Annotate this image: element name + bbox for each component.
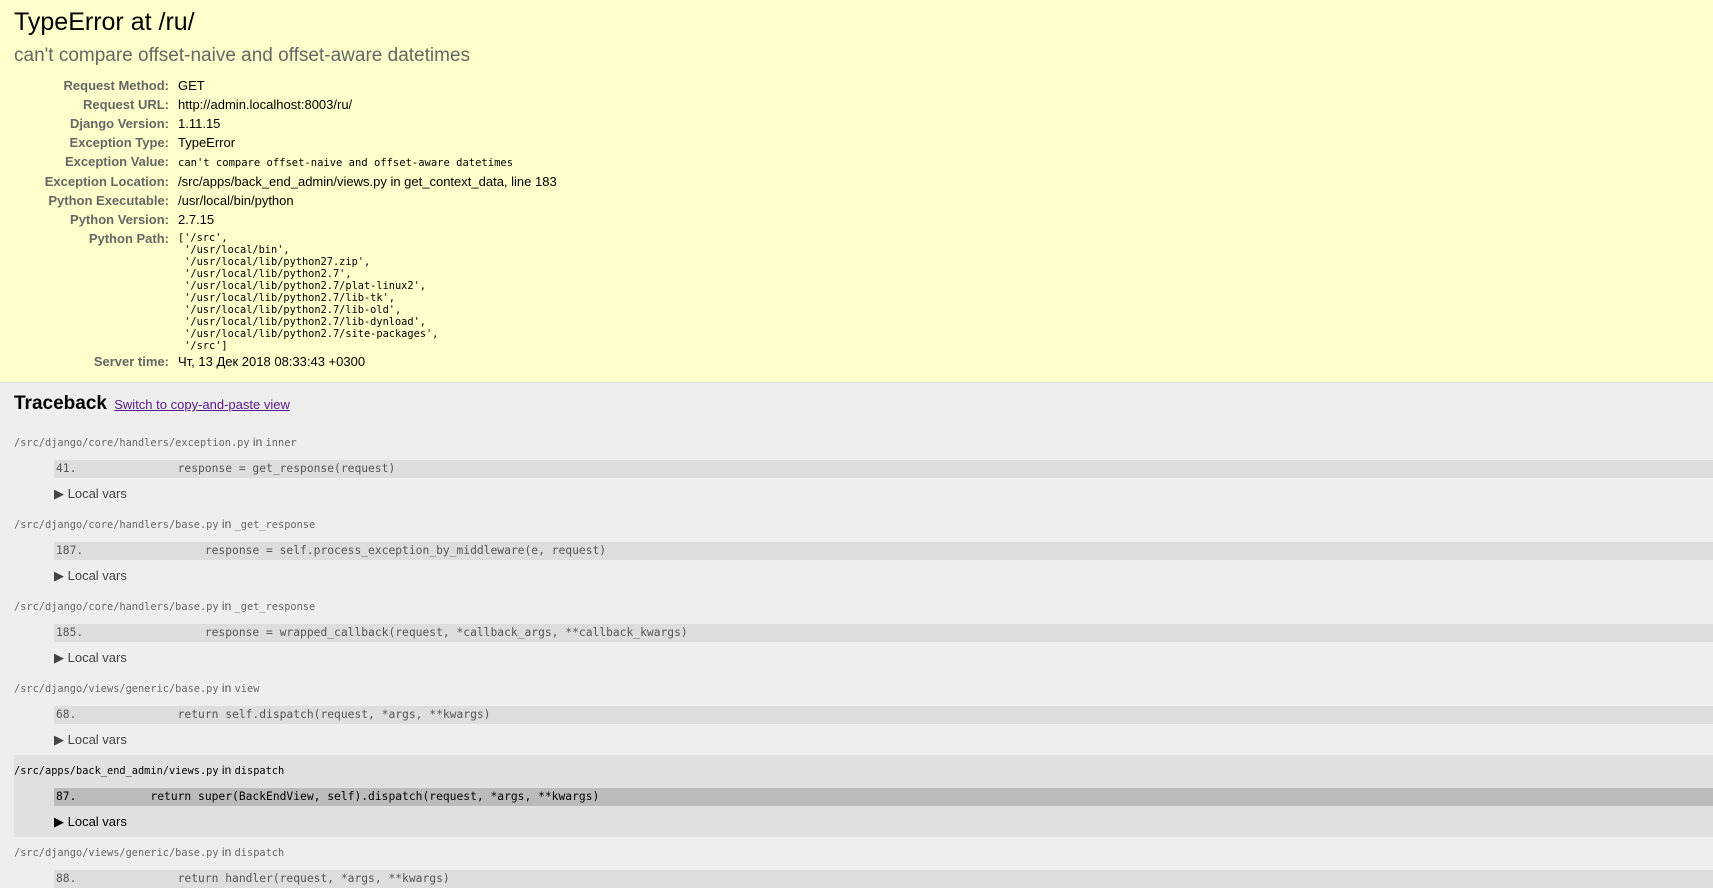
meta-row-python-path: Python Path: ['/src', '/usr/local/bin', … [14,229,557,352]
frame-in: in [221,599,232,613]
frame-context-line[interactable]: 68. return self.dispatch(request, *args,… [54,706,1713,724]
meta-label: Server time: [93,354,169,369]
traceback-frame: /src/django/views/generic/base.py in dis… [14,837,1713,888]
line-code: response = wrapped_callback(request, *ca… [96,626,688,639]
meta-value: ['/src', '/usr/local/bin', '/usr/local/l… [178,229,557,352]
meta-row-python-version: Python Version: 2.7.15 [14,210,557,229]
meta-row-exception-location: Exception Location: /src/apps/back_end_a… [14,172,557,191]
meta-row-server-time: Server time: Чт, 13 Дек 2018 08:33:43 +0… [14,352,557,371]
switch-copy-paste-link[interactable]: Switch to copy-and-paste view [114,397,290,412]
meta-value: /src/apps/back_end_admin/views.py in get… [178,174,557,189]
line-number: 68. [56,708,77,721]
frame-in: in [221,845,232,859]
traceback-frame: /src/django/core/handlers/base.py in _ge… [14,509,1713,591]
frame-header: /src/django/core/handlers/exception.py i… [14,436,1713,450]
line-number: 87. [56,790,77,803]
traceback-heading: Traceback Switch to copy-and-paste view [14,392,1713,417]
meta-label: Exception Type: [69,135,169,150]
meta-value: Чт, 13 Дек 2018 08:33:43 +0300 [178,354,366,369]
frame-in: in [221,517,232,531]
local-vars-toggle[interactable]: ▶ Local vars [54,812,1713,837]
frame-file: /src/apps/back_end_admin/views.py [14,765,219,777]
line-code: return handler(request, *args, **kwargs) [96,872,450,885]
meta-value: 2.7.15 [178,212,215,227]
python-path-list: ['/src', '/usr/local/bin', '/usr/local/l… [178,232,439,352]
meta-row-django-version: Django Version: 1.11.15 [14,114,557,133]
local-vars-toggle[interactable]: ▶ Local vars [54,566,1713,591]
frame-header: /src/django/views/generic/base.py in dis… [14,846,1713,860]
meta-value: http://admin.localhost:8003/ru/ [178,97,353,112]
frame-in: in [221,681,232,695]
request-meta-table: Request Method: GET Request URL: http://… [14,76,557,371]
local-vars-toggle[interactable]: ▶ Local vars [54,730,1713,755]
line-number: 41. [56,462,77,475]
traceback-frame: /src/django/core/handlers/base.py in _ge… [14,591,1713,673]
line-code: response = get_response(request) [96,462,396,475]
line-code: return super(BackEndView, self).dispatch… [96,790,600,803]
line-number: 88. [56,872,77,885]
meta-label: Request Method: [63,78,169,93]
meta-value: can't compare offset-naive and offset-aw… [178,152,557,172]
line-code: return self.dispatch(request, *args, **k… [96,708,491,721]
meta-value: GET [178,78,205,93]
frame-header: /src/django/views/generic/base.py in vie… [14,682,1713,696]
traceback-section: Traceback Switch to copy-and-paste view … [0,383,1713,888]
frame-function: _get_response [234,601,316,613]
error-summary: TypeError at /ru/ can't compare offset-n… [0,0,1713,383]
meta-row-exception-type: Exception Type: TypeError [14,133,557,152]
line-code: response = self.process_exception_by_mid… [96,544,607,557]
meta-label: Exception Value: [64,154,169,169]
meta-label: Python Executable: [48,193,169,208]
meta-value: TypeError [178,135,236,150]
meta-row-python-executable: Python Executable: /usr/local/bin/python [14,191,557,210]
local-vars-toggle[interactable]: ▶ Local vars [54,484,1713,509]
frame-in: in [252,435,263,449]
frame-function: inner [265,437,297,449]
meta-row-request-method: Request Method: GET [14,76,557,95]
page-title: TypeError at /ru/ [14,8,195,36]
meta-label: Django Version: [70,116,169,131]
frame-file: /src/django/views/generic/base.py [14,683,219,695]
line-number: 187. [56,544,84,557]
frame-header: /src/django/core/handlers/base.py in _ge… [14,518,1713,532]
frame-context-line[interactable]: 187. response = self.process_exception_b… [54,542,1713,560]
frame-context-line[interactable]: 88. return handler(request, *args, **kwa… [54,870,1713,888]
frame-header: /src/apps/back_end_admin/views.py in dis… [14,764,1713,778]
frame-context-line[interactable]: 41. response = get_response(request) [54,460,1713,478]
meta-label: Request URL: [83,97,169,112]
line-number: 185. [56,626,84,639]
frame-in: in [221,763,232,777]
traceback-frame: /src/django/core/handlers/exception.py i… [14,427,1713,509]
frame-file: /src/django/core/handlers/base.py [14,519,219,531]
meta-row-request-url: Request URL: http://admin.localhost:8003… [14,95,557,114]
meta-row-exception-value: Exception Value: can't compare offset-na… [14,152,557,172]
frame-function: view [234,683,260,695]
frame-header: /src/django/core/handlers/base.py in _ge… [14,600,1713,614]
traceback-title: Traceback [14,393,107,414]
meta-label: Python Path: [88,231,169,246]
meta-value: 1.11.15 [178,116,221,131]
frame-function: dispatch [234,765,285,777]
meta-label: Exception Location: [44,174,169,189]
meta-value: /usr/local/bin/python [178,193,294,208]
frame-file: /src/django/core/handlers/exception.py [14,437,250,449]
frame-file: /src/django/views/generic/base.py [14,847,219,859]
exception-message: can't compare offset-naive and offset-aw… [14,45,471,66]
frame-function: dispatch [234,847,285,859]
frame-context-line[interactable]: 185. response = wrapped_callback(request… [54,624,1713,642]
meta-label: Python Version: [70,212,169,227]
frame-context-line[interactable]: 87. return super(BackEndView, self).disp… [54,788,1713,806]
frame-function: _get_response [234,519,316,531]
exception-value-text: can't compare offset-naive and offset-aw… [178,157,514,169]
traceback-frame: /src/django/views/generic/base.py in vie… [14,673,1713,755]
traceback-frame-user: /src/apps/back_end_admin/views.py in dis… [14,755,1713,837]
local-vars-toggle[interactable]: ▶ Local vars [54,648,1713,673]
frame-file: /src/django/core/handlers/base.py [14,601,219,613]
